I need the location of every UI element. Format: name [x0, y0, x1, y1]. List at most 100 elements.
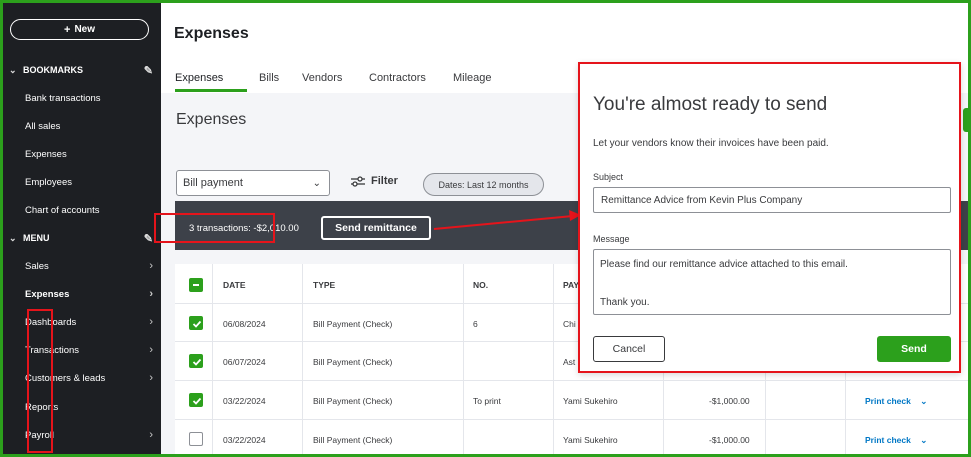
new-button-label: New: [74, 24, 95, 35]
sidebar-item-label: All sales: [25, 120, 61, 132]
filter-button[interactable]: Filter: [351, 175, 398, 187]
menu-label: MENU: [23, 233, 50, 243]
cell-type: Bill Payment (Check): [313, 357, 393, 367]
select-all-checkbox[interactable]: [189, 278, 203, 292]
send-remittance-dialog: You're almost ready to send Let your ven…: [578, 62, 961, 373]
plus-icon: +: [64, 23, 71, 36]
dialog-subtitle: Let your vendors know their invoices hav…: [593, 138, 829, 149]
highlight-box-send-remittance: [154, 213, 275, 243]
sidebar-item-label: Employees: [25, 176, 72, 188]
print-check-link[interactable]: Print check ⌄: [865, 396, 927, 407]
cell-date: 06/07/2024: [223, 357, 266, 367]
sidebar-item-sales[interactable]: Sales ›: [3, 253, 161, 279]
chevron-right-icon: ›: [149, 316, 153, 328]
sidebar-item-label: Bank transactions: [25, 92, 101, 104]
send-button[interactable]: Send: [877, 336, 951, 362]
chevron-right-icon: ›: [149, 288, 153, 300]
tab-vendors[interactable]: Vendors: [302, 72, 342, 84]
cell-no: 6: [473, 319, 478, 329]
col-divider: [463, 264, 464, 454]
col-divider: [212, 264, 213, 454]
cell-type: Bill Payment (Check): [313, 435, 393, 445]
sidebar-item-expenses-bookmark[interactable]: Expenses: [3, 141, 161, 167]
row-divider: [175, 380, 968, 381]
subject-field[interactable]: Remittance Advice from Kevin Plus Compan…: [593, 187, 951, 213]
tab-contractors[interactable]: Contractors: [369, 72, 426, 84]
checkmark-icon: [192, 320, 202, 328]
type-filter-dropdown[interactable]: Bill payment ⌄: [176, 170, 330, 196]
checkmark-icon: [192, 358, 202, 366]
chevron-right-icon: ›: [149, 344, 153, 356]
cell-type: Bill Payment (Check): [313, 319, 393, 329]
chevron-down-icon[interactable]: ⌄: [920, 396, 927, 406]
cell-date: 03/22/2024: [223, 435, 266, 445]
col-divider: [553, 264, 554, 454]
chevron-down-icon: ⌄: [312, 177, 321, 189]
print-check-label: Print check: [865, 396, 911, 406]
type-filter-value: Bill payment: [183, 177, 243, 189]
new-transaction-button[interactable]: [963, 108, 968, 132]
chevron-down-icon: ⌄: [9, 232, 17, 243]
cell-payee: Yami Sukehiro: [563, 435, 618, 445]
chevron-right-icon: ›: [149, 260, 153, 272]
row-divider: [175, 419, 968, 420]
sidebar-item-label: Expenses: [25, 148, 67, 160]
new-button[interactable]: + New: [10, 19, 149, 40]
message-label: Message: [593, 234, 630, 244]
chevron-down-icon[interactable]: ⌄: [920, 435, 927, 445]
column-header-type[interactable]: TYPE: [313, 280, 335, 290]
send-remittance-button[interactable]: Send remittance: [321, 216, 431, 240]
print-check-label: Print check: [865, 435, 911, 445]
sidebar-item-label: Chart of accounts: [25, 204, 100, 216]
row-checkbox[interactable]: [189, 393, 203, 407]
cell-no: To print: [473, 396, 501, 406]
dialog-title: You're almost ready to send: [593, 94, 828, 115]
sidebar-item-label: Sales: [25, 260, 49, 272]
cancel-button[interactable]: Cancel: [593, 336, 665, 362]
chevron-right-icon: ›: [149, 429, 153, 441]
column-header-payee[interactable]: PAY: [563, 280, 579, 290]
bookmarks-header[interactable]: ⌄ BOOKMARKS ✎: [3, 57, 161, 83]
filter-label: Filter: [371, 175, 398, 187]
chevron-down-icon: ⌄: [9, 64, 17, 75]
section-title: Expenses: [176, 111, 247, 128]
row-checkbox[interactable]: [189, 316, 203, 330]
active-tab-indicator: [175, 89, 247, 92]
date-filter-pill[interactable]: Dates: Last 12 months: [423, 173, 544, 196]
chevron-right-icon: ›: [149, 372, 153, 384]
checkmark-icon: [192, 397, 202, 405]
minus-icon: [193, 284, 199, 286]
sidebar-item-expenses[interactable]: Expenses ›: [3, 281, 161, 307]
column-header-date[interactable]: DATE: [223, 280, 246, 290]
cell-date: 03/22/2024: [223, 396, 266, 406]
cell-amount: -$1,000.00: [709, 435, 750, 445]
sidebar-item-bank-transactions[interactable]: Bank transactions: [3, 85, 161, 111]
tab-expenses[interactable]: Expenses: [175, 72, 223, 84]
sidebar-item-label: Expenses: [25, 288, 70, 300]
print-check-link[interactable]: Print check ⌄: [865, 435, 927, 446]
edit-pencil-icon[interactable]: ✎: [144, 64, 153, 77]
edit-pencil-icon[interactable]: ✎: [144, 232, 153, 245]
sidebar-item-chart-of-accounts[interactable]: Chart of accounts: [3, 197, 161, 223]
cell-type: Bill Payment (Check): [313, 396, 393, 406]
sidebar-item-employees[interactable]: Employees: [3, 169, 161, 195]
tab-mileage[interactable]: Mileage: [453, 72, 492, 84]
cell-date: 06/08/2024: [223, 319, 266, 329]
tab-bills[interactable]: Bills: [259, 72, 279, 84]
filter-sliders-icon: [351, 175, 365, 187]
highlight-box-checkboxes: [27, 309, 53, 453]
col-divider: [302, 264, 303, 454]
column-header-no[interactable]: NO.: [473, 280, 488, 290]
subject-label: Subject: [593, 172, 624, 182]
menu-header[interactable]: ⌄ MENU ✎: [3, 225, 161, 251]
bookmarks-label: BOOKMARKS: [23, 65, 83, 75]
cell-payee: Ast: [563, 357, 576, 367]
cell-payee: Yami Sukehiro: [563, 396, 618, 406]
message-field[interactable]: Please find our remittance advice attach…: [593, 249, 951, 315]
row-checkbox[interactable]: [189, 354, 203, 368]
row-checkbox[interactable]: [189, 432, 203, 446]
sidebar-item-all-sales[interactable]: All sales: [3, 113, 161, 139]
page-title: Expenses: [174, 25, 249, 42]
app-window: + New ⌄ BOOKMARKS ✎ Bank transactions Al…: [0, 0, 971, 457]
cell-payee: Chi: [563, 319, 576, 329]
